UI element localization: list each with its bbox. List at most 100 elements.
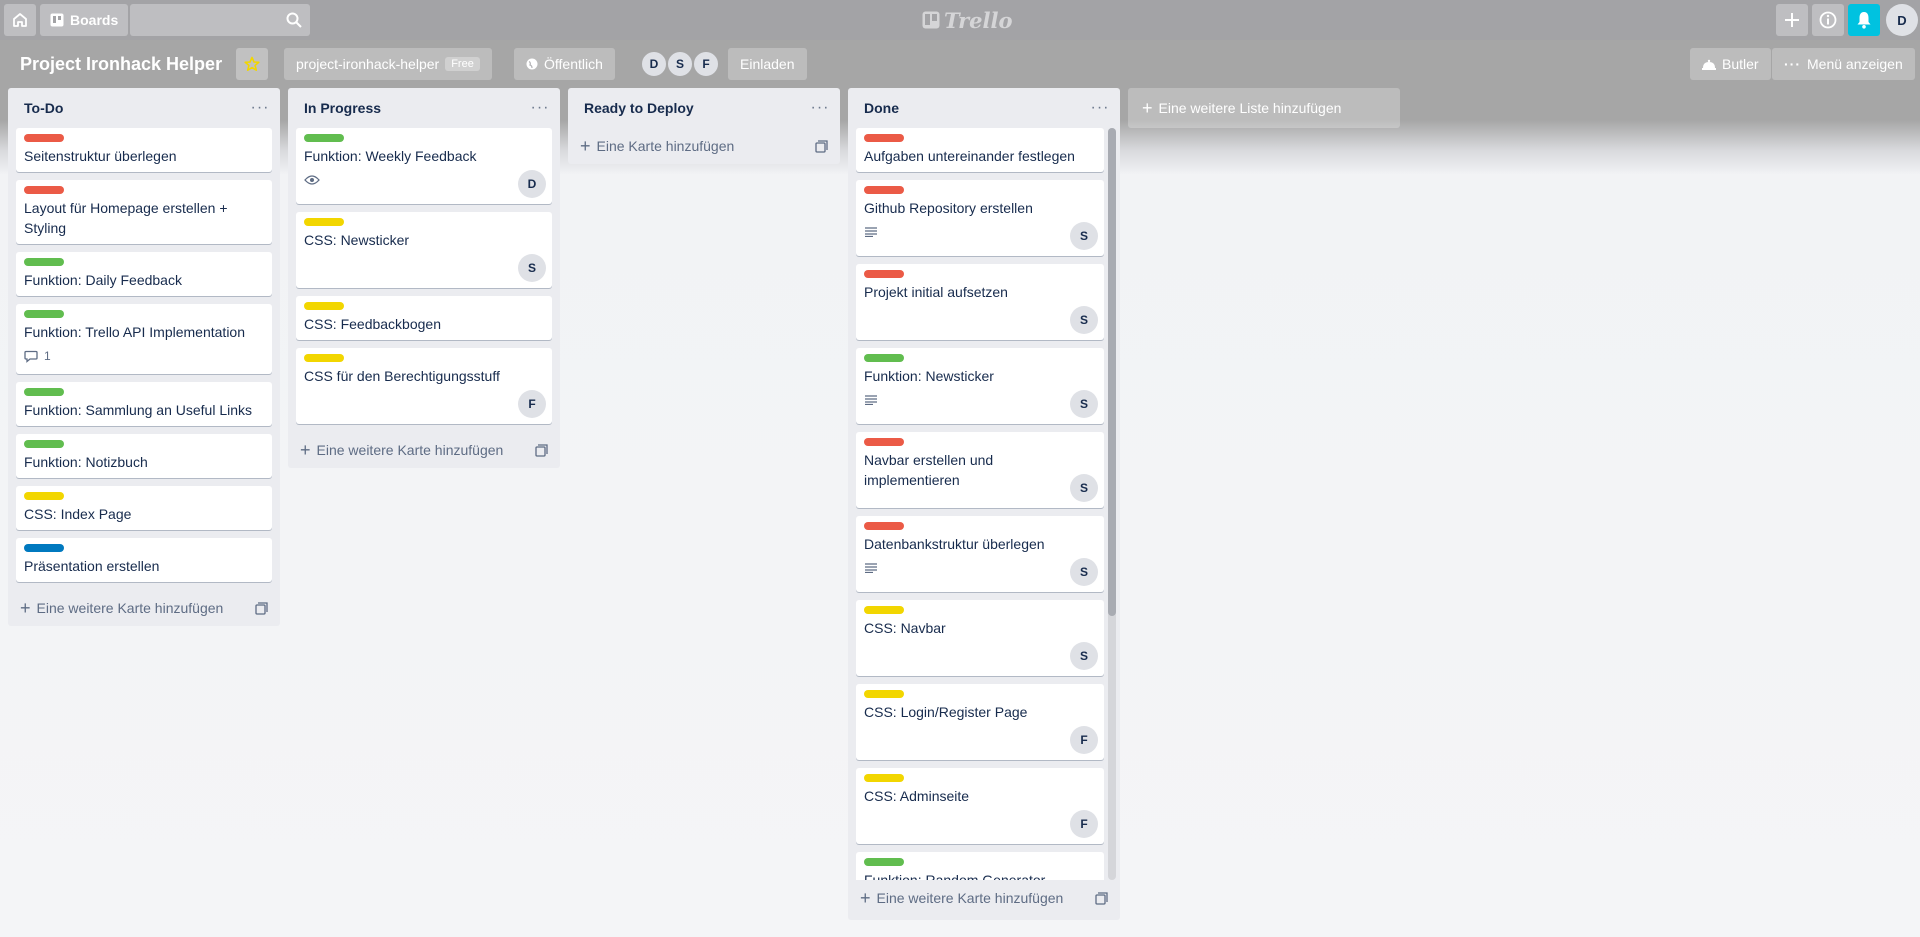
card-badges	[864, 220, 1096, 244]
member-avatar-s[interactable]: S	[666, 50, 694, 78]
card-member-avatar[interactable]: S	[1070, 222, 1098, 250]
card[interactable]: Layout für Homepage erstellen + Styling	[16, 180, 272, 244]
add-card-label: Eine weitere Karte hinzufügen	[316, 442, 504, 458]
list-title[interactable]: To-Do	[24, 100, 63, 116]
boards-icon	[50, 13, 64, 27]
card-member-avatar[interactable]: S	[1070, 474, 1098, 502]
card-title: CSS für den Berechtigungsstuff	[304, 368, 500, 384]
card-template-icon[interactable]	[815, 139, 828, 153]
card-member-avatar[interactable]: S	[1070, 390, 1098, 418]
list-menu-button[interactable]: ···	[528, 96, 552, 120]
list-ready-to-deploy: Ready to Deploy ··· + Eine Karte hinzufüg…	[568, 88, 840, 164]
visibility-label: Öffentlich	[544, 56, 603, 72]
board-title[interactable]: Project Ironhack Helper	[10, 48, 232, 80]
card-template-icon[interactable]	[1095, 891, 1108, 905]
list-menu-button[interactable]: ···	[1088, 96, 1112, 120]
description-icon	[865, 227, 877, 237]
list-menu-button[interactable]: ···	[248, 96, 272, 120]
card-title: Navbar erstellen und implementieren	[864, 452, 994, 488]
card-template-icon[interactable]	[255, 601, 268, 615]
card-member-avatar[interactable]: S	[1070, 642, 1098, 670]
card-label-green	[24, 388, 64, 396]
info-button[interactable]	[1812, 4, 1844, 36]
card-title: Seitenstruktur überlegen	[24, 148, 177, 164]
list-title[interactable]: In Progress	[304, 100, 381, 116]
card[interactable]: Präsentation erstellen	[16, 538, 272, 582]
card-label-green	[24, 440, 64, 448]
home-button[interactable]	[4, 4, 36, 36]
list-scrollbar[interactable]	[1108, 128, 1116, 880]
member-avatar-f[interactable]: F	[692, 50, 720, 78]
card-label-red	[24, 186, 64, 194]
card[interactable]: CSS: Navbar S	[856, 600, 1104, 676]
scrollbar-thumb[interactable]	[1108, 128, 1116, 616]
card[interactable]: CSS für den Berechtigungsstuff F	[296, 348, 552, 424]
boards-button[interactable]: Boards	[40, 4, 129, 36]
card[interactable]: CSS: Login/Register Page F	[856, 684, 1104, 760]
card-label-blue	[24, 544, 64, 552]
card[interactable]: Funktion: Sammlung an Useful Links	[16, 382, 272, 426]
card-member-avatar[interactable]: F	[1070, 726, 1098, 754]
add-card-button[interactable]: + Eine weitere Karte hinzufügen	[8, 590, 280, 626]
card-label-yellow	[864, 606, 904, 614]
list-done: Done ··· Aufgaben untereinander festlege…	[848, 88, 1120, 920]
card[interactable]: Github Repository erstellen S	[856, 180, 1104, 256]
card-badges	[864, 388, 1096, 412]
card-member-avatar[interactable]: F	[1070, 810, 1098, 838]
card-member-avatar[interactable]: S	[518, 254, 546, 282]
search-input[interactable]	[130, 4, 310, 36]
list-title[interactable]: Ready to Deploy	[584, 100, 694, 116]
add-card-button[interactable]: + Eine Karte hinzufügen	[568, 128, 840, 164]
card[interactable]: Funktion: Trello API Implementation 1	[16, 304, 272, 374]
card[interactable]: CSS: Adminseite F	[856, 768, 1104, 844]
card[interactable]: Projekt initial aufsetzen S	[856, 264, 1104, 340]
card-label-yellow	[864, 690, 904, 698]
card-member-avatar[interactable]: F	[518, 390, 546, 418]
card[interactable]: CSS: Feedbackbogen	[296, 296, 552, 340]
card-title: Funktion: Sammlung an Useful Links	[24, 402, 252, 418]
card-member-avatar[interactable]: S	[1070, 558, 1098, 586]
card[interactable]: Datenbankstruktur überlegen S	[856, 516, 1104, 592]
card[interactable]: Funktion: Newsticker S	[856, 348, 1104, 424]
card-badges: 1	[24, 344, 264, 368]
card-label-red	[864, 134, 904, 142]
card[interactable]: Funktion: Notizbuch	[16, 434, 272, 478]
card[interactable]: Funktion: Daily Feedback	[16, 252, 272, 296]
add-list-button[interactable]: + Eine weitere Liste hinzufügen	[1128, 88, 1400, 128]
add-card-button[interactable]: + Eine weitere Karte hinzufügen	[288, 432, 560, 468]
list-menu-button[interactable]: ···	[808, 96, 832, 120]
list-todo: To-Do ··· Seitenstruktur überlegen Layou…	[8, 88, 280, 626]
card[interactable]: CSS: Newsticker S	[296, 212, 552, 288]
star-button[interactable]	[236, 48, 268, 80]
invite-button[interactable]: Einladen	[728, 48, 807, 80]
card[interactable]: Navbar erstellen und implementieren S	[856, 432, 1104, 508]
visibility-button[interactable]: Öffentlich	[514, 48, 615, 80]
card-label-red	[864, 522, 904, 530]
top-header: Boards Trello D	[0, 0, 1920, 40]
list-title[interactable]: Done	[864, 100, 899, 116]
notifications-button[interactable]	[1848, 4, 1880, 36]
team-button[interactable]: project-ironhack-helper Free	[284, 48, 492, 80]
card-template-icon[interactable]	[535, 443, 548, 457]
create-button[interactable]	[1776, 4, 1808, 36]
card-title: CSS: Adminseite	[864, 788, 970, 804]
logo-text: Trello	[944, 7, 1013, 33]
card[interactable]: Aufgaben untereinander festlegen	[856, 128, 1104, 172]
card[interactable]: Funktion: Random Generator	[856, 852, 1104, 880]
card-member-avatar[interactable]: S	[1070, 306, 1098, 334]
card-member-avatar[interactable]: D	[518, 170, 546, 198]
trello-logo[interactable]: Trello	[922, 7, 1013, 33]
card-title: Funktion: Random Generator	[864, 872, 1046, 880]
user-avatar[interactable]: D	[1886, 4, 1918, 36]
add-card-button[interactable]: + Eine weitere Karte hinzufügen	[848, 880, 1120, 916]
show-menu-label: Menü anzeigen	[1807, 56, 1903, 72]
search-icon[interactable]	[286, 12, 302, 28]
card[interactable]: Seitenstruktur überlegen	[16, 128, 272, 172]
plus-icon	[1785, 13, 1799, 27]
show-menu-button[interactable]: ··· Menü anzeigen	[1772, 48, 1915, 80]
card[interactable]: Funktion: Weekly Feedback D	[296, 128, 552, 204]
card-label-green	[24, 258, 64, 266]
butler-button[interactable]: Butler	[1690, 48, 1771, 80]
member-avatar-d[interactable]: D	[640, 50, 668, 78]
card[interactable]: CSS: Index Page	[16, 486, 272, 530]
